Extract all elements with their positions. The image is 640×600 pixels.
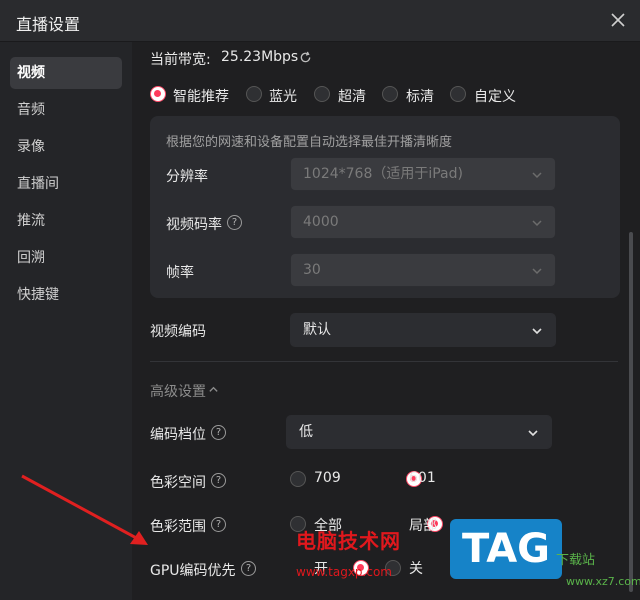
sidebar-item-stream-push[interactable]: 推流 (10, 205, 122, 237)
fps-value: 30 (303, 262, 321, 278)
chevron-up-icon[interactable] (208, 384, 219, 395)
quality-ultra-label[interactable]: 超清 (338, 86, 366, 106)
encoder-value: 默认 (303, 322, 331, 338)
bitrate-label: 视频码率 (166, 217, 222, 233)
chevron-down-icon (528, 430, 538, 437)
color-space-709-label[interactable]: 709 (314, 470, 341, 486)
sidebar-item-recording[interactable]: 录像 (10, 131, 122, 163)
watermark-text: 电脑技术网 (296, 529, 401, 553)
watermark-site-url: www.xz7.com (566, 575, 640, 588)
color-range-help-icon[interactable]: ? (211, 517, 226, 532)
resolution-select: 1024*768（适用于iPad) (290, 157, 556, 191)
title-bar: 直播设置 (0, 0, 640, 42)
color-range-partial-label[interactable]: 局部 (409, 515, 437, 535)
encode-level-label: 编码档位 (150, 427, 206, 443)
color-space-601-label[interactable]: 601 (409, 470, 436, 486)
divider (150, 361, 618, 362)
watermark-site-text: 下载站 (556, 553, 596, 568)
resolution-label: 分辨率 (166, 169, 208, 185)
sidebar-item-playback[interactable]: 回溯 (10, 242, 122, 274)
sidebar-item-audio[interactable]: 音频 (10, 94, 122, 126)
resolution-value: 1024*768（适用于iPad) (303, 166, 463, 182)
scrollbar[interactable] (629, 232, 633, 592)
close-icon[interactable] (608, 10, 628, 30)
watermark-tag-logo: TAG (450, 519, 562, 579)
sidebar-item-hotkeys[interactable]: 快捷键 (10, 279, 122, 311)
encoder-label: 视频编码 (150, 324, 206, 340)
bandwidth-label: 当前带宽: (150, 52, 211, 68)
advanced-settings-toggle[interactable]: 高级设置 (150, 381, 206, 401)
sidebar-item-video[interactable]: 视频 (10, 57, 122, 89)
watermark-url: www.tagxp.com (296, 565, 392, 579)
quality-smart-radio[interactable] (150, 86, 166, 102)
bitrate-value: 4000 (303, 214, 339, 230)
bitrate-select: 4000 (290, 205, 556, 239)
chevron-down-icon (532, 268, 542, 275)
gpu-priority-label: GPU编码优先 (150, 563, 236, 579)
quality-ultra-radio[interactable] (314, 86, 330, 102)
chevron-down-icon (532, 328, 542, 335)
color-space-help-icon[interactable]: ? (211, 473, 226, 488)
gpu-off-label[interactable]: 关 (409, 558, 423, 578)
bitrate-help-icon[interactable]: ? (227, 215, 242, 230)
panel-hint: 根据您的网速和设备配置自动选择最佳开播清晰度 (166, 135, 453, 150)
color-space-709-radio[interactable] (290, 471, 306, 487)
quality-bluray-radio[interactable] (246, 86, 262, 102)
encode-level-value: 低 (299, 424, 313, 440)
quality-standard-radio[interactable] (382, 86, 398, 102)
fps-select: 30 (290, 253, 556, 287)
encode-level-help-icon[interactable]: ? (211, 425, 226, 440)
refresh-icon[interactable] (299, 51, 312, 64)
gpu-priority-help-icon[interactable]: ? (241, 561, 256, 576)
chevron-down-icon (532, 220, 542, 227)
annotation-arrow-icon (21, 474, 148, 545)
quality-custom-radio[interactable] (450, 86, 466, 102)
color-range-label: 色彩范围 (150, 519, 206, 535)
quality-custom-label[interactable]: 自定义 (474, 86, 516, 106)
window-title: 直播设置 (16, 15, 81, 34)
encoder-select[interactable]: 默认 (290, 313, 556, 347)
encode-level-select[interactable]: 低 (286, 415, 552, 449)
fps-label: 帧率 (166, 265, 194, 281)
bandwidth-value: 25.23Mbps (221, 49, 299, 65)
quality-bluray-label[interactable]: 蓝光 (269, 86, 297, 106)
quality-smart-label[interactable]: 智能推荐 (173, 86, 229, 106)
chevron-down-icon (532, 172, 542, 179)
sidebar-item-live-room[interactable]: 直播间 (10, 168, 122, 200)
color-space-label: 色彩空间 (150, 475, 206, 491)
quality-standard-label[interactable]: 标清 (406, 86, 434, 106)
